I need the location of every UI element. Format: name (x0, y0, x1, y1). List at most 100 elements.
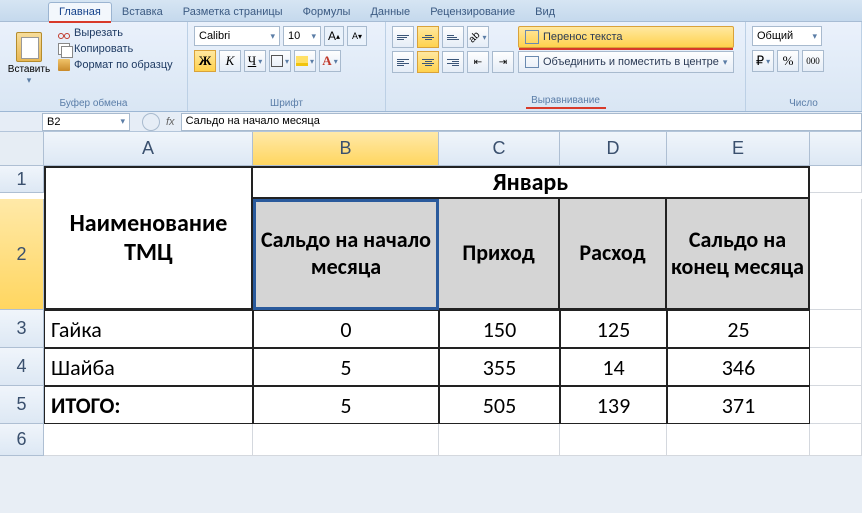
font-size-select[interactable]: 10▾ (283, 26, 321, 46)
cell-a5[interactable]: ИТОГО: (44, 386, 253, 424)
cell-d5[interactable]: 139 (560, 386, 667, 424)
row-header-1[interactable]: 1 (0, 166, 44, 193)
row-header-4[interactable]: 4 (0, 348, 44, 386)
cell-f2[interactable] (810, 199, 862, 310)
cell-a1[interactable]: Наименование ТМЦ (44, 166, 253, 310)
cell-e6[interactable] (667, 424, 810, 456)
wrap-text-icon (525, 30, 539, 44)
cell-b5[interactable]: 5 (253, 386, 439, 424)
cell-b3[interactable]: 0 (253, 310, 439, 348)
copy-button[interactable]: Копировать (56, 42, 175, 56)
col-header-b[interactable]: B (253, 132, 439, 166)
align-right-button[interactable] (442, 51, 464, 73)
cell-f3[interactable] (810, 310, 862, 348)
cell-e4[interactable]: 346 (667, 348, 810, 386)
comma-button[interactable]: 000 (802, 50, 824, 72)
cell-e5[interactable]: 371 (667, 386, 810, 424)
font-name-select[interactable]: Calibri▾ (194, 26, 280, 46)
cell-d2[interactable]: Расход (560, 199, 667, 310)
merge-center-button[interactable]: Объединить и поместить в центре ▾ (518, 51, 734, 73)
cell-b2[interactable]: Сальдо на начало месяца (253, 199, 439, 310)
cell-a3[interactable]: Гайка (44, 310, 253, 348)
tab-view[interactable]: Вид (525, 3, 565, 21)
align-center-button[interactable] (417, 51, 439, 73)
cell-a4[interactable]: Шайба (44, 348, 253, 386)
cell-c5[interactable]: 505 (439, 386, 560, 424)
cut-button[interactable]: Вырезать (56, 26, 175, 40)
cell-b4[interactable]: 5 (253, 348, 439, 386)
percent-icon: % (783, 53, 794, 69)
border-button[interactable]: ▾ (269, 50, 291, 72)
cell-a6[interactable] (44, 424, 253, 456)
paste-button[interactable]: Вставить ▾ (6, 26, 52, 92)
scissors-icon (58, 27, 70, 39)
cell-c2[interactable]: Приход (439, 199, 560, 310)
cell-f6[interactable] (810, 424, 862, 456)
group-number-label: Число (752, 96, 855, 109)
copy-label: Копировать (74, 43, 133, 55)
tab-data[interactable]: Данные (360, 3, 420, 21)
fx-icon[interactable]: fx (166, 116, 175, 128)
align-bottom-button[interactable] (442, 26, 464, 48)
col-header-a[interactable]: A (44, 132, 253, 166)
col-header-d[interactable]: D (560, 132, 667, 166)
cell-d6[interactable] (560, 424, 667, 456)
col-header-e[interactable]: E (667, 132, 810, 166)
formula-bar-row: B2▾ fx Сальдо на начало месяца (0, 112, 862, 132)
cell-d3[interactable]: 125 (560, 310, 667, 348)
row-header-6[interactable]: 6 (0, 424, 44, 456)
tab-home[interactable]: Главная (48, 2, 112, 21)
row-header-3[interactable]: 3 (0, 310, 44, 348)
italic-button[interactable]: К (219, 50, 241, 72)
fill-color-button[interactable]: ▾ (294, 50, 316, 72)
wrap-text-button[interactable]: Перенос текста (518, 26, 734, 48)
align-top-button[interactable] (392, 26, 414, 48)
decrease-indent-button[interactable]: ⇤ (467, 51, 489, 73)
cell-f5[interactable] (810, 386, 862, 424)
decrease-indent-icon: ⇤ (474, 57, 482, 68)
bold-button[interactable]: Ж (194, 50, 216, 72)
tab-review[interactable]: Рецензирование (420, 3, 525, 21)
group-alignment: ab▾ ⇤ ⇥ Перенос текста Объединить и п (386, 22, 746, 111)
cell-c6[interactable] (439, 424, 560, 456)
brush-icon (58, 59, 70, 71)
format-painter-button[interactable]: Формат по образцу (56, 58, 175, 72)
col-header-f[interactable] (810, 132, 862, 166)
orientation-button[interactable]: ab▾ (467, 26, 489, 48)
underline-button[interactable]: Ч▾ (244, 50, 266, 72)
row-header-5[interactable]: 5 (0, 386, 44, 424)
decrease-font-button[interactable]: A▾ (347, 26, 367, 46)
number-format-select[interactable]: Общий▾ (752, 26, 822, 46)
align-middle-button[interactable] (417, 26, 439, 48)
cell-c4[interactable]: 355 (439, 348, 560, 386)
tab-page-layout[interactable]: Разметка страницы (173, 3, 293, 21)
col-header-c[interactable]: C (439, 132, 560, 166)
row-header-2[interactable]: 2 (0, 199, 44, 310)
currency-button[interactable]: ₽▾ (752, 50, 774, 72)
formula-input[interactable]: Сальдо на начало месяца (181, 113, 862, 131)
increase-font-button[interactable]: A▴ (324, 26, 344, 46)
select-all-corner[interactable] (0, 132, 44, 166)
tab-formulas[interactable]: Формулы (293, 3, 361, 21)
cell-e2[interactable]: Сальдо на конец месяца (667, 199, 810, 310)
cell-d4[interactable]: 14 (560, 348, 667, 386)
cell-b1[interactable]: Январь (253, 166, 810, 199)
cell-b6[interactable] (253, 424, 439, 456)
cell-f1[interactable] (810, 166, 862, 193)
group-alignment-label: Выравнивание (392, 93, 739, 109)
name-box[interactable]: B2▾ (42, 113, 130, 131)
align-left-button[interactable] (392, 51, 414, 73)
merge-icon (525, 56, 539, 68)
increase-indent-button[interactable]: ⇥ (492, 51, 514, 73)
group-clipboard: Вставить ▾ Вырезать Копировать Формат по… (0, 22, 188, 111)
tab-insert[interactable]: Вставка (112, 3, 173, 21)
ribbon: Вставить ▾ Вырезать Копировать Формат по… (0, 22, 862, 112)
cut-label: Вырезать (74, 27, 123, 39)
cell-f4[interactable] (810, 348, 862, 386)
cell-e3[interactable]: 25 (667, 310, 810, 348)
percent-button[interactable]: % (777, 50, 799, 72)
group-clipboard-label: Буфер обмена (6, 96, 181, 109)
cell-c3[interactable]: 150 (439, 310, 560, 348)
font-color-button[interactable]: A▾ (319, 50, 341, 72)
fx-expand-icon[interactable] (142, 113, 160, 131)
